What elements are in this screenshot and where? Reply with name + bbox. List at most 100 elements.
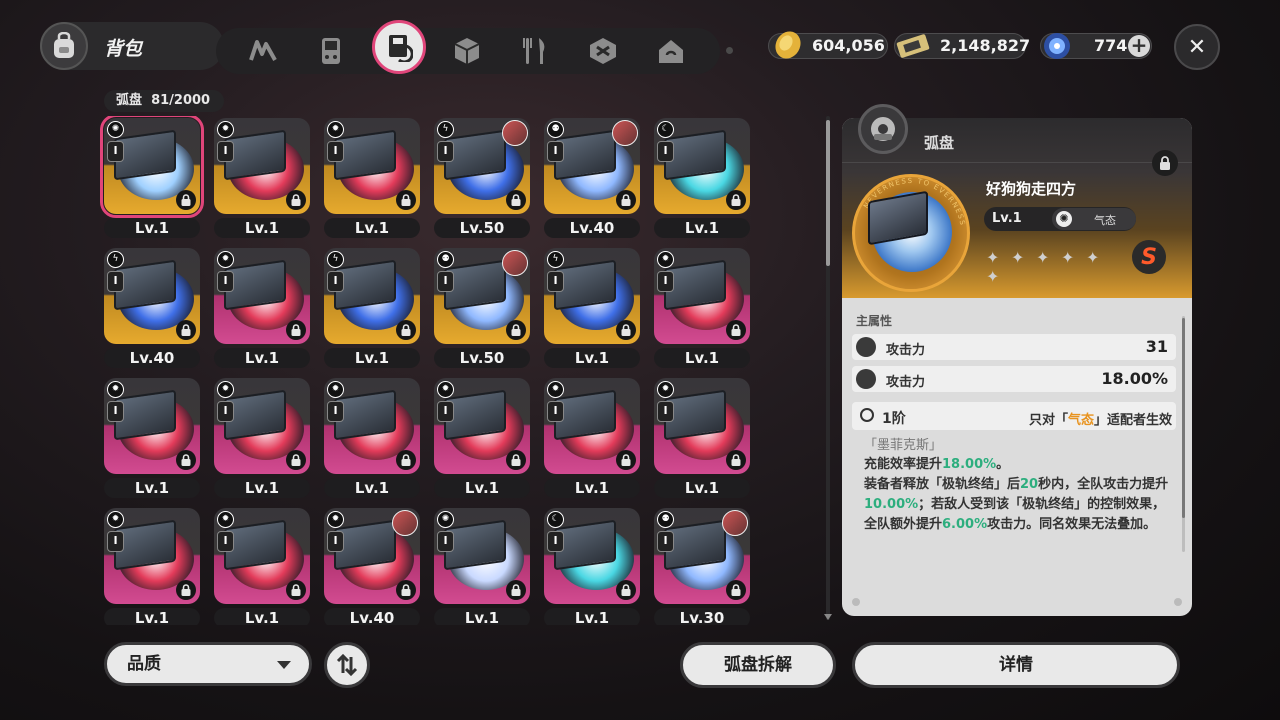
tier-badge: I — [657, 401, 674, 422]
add-energy-button[interactable]: + — [1128, 35, 1150, 57]
lock-icon[interactable] — [506, 580, 526, 600]
lock-icon[interactable] — [506, 320, 526, 340]
disk-category-icon — [858, 104, 908, 154]
lock-icon[interactable] — [176, 190, 196, 210]
disk-card[interactable]: ϟI — [324, 248, 420, 344]
energy-icon — [1040, 30, 1074, 62]
close-button[interactable]: ✕ — [1174, 24, 1220, 70]
disk-card[interactable]: ✺ I — [434, 508, 530, 604]
cube-tab-icon — [454, 38, 480, 64]
attribute-icon: ✹ — [547, 381, 564, 398]
lock-icon[interactable] — [396, 450, 416, 470]
tier-icon — [860, 408, 874, 422]
lock-icon[interactable] — [726, 580, 746, 600]
lock-icon[interactable] — [616, 580, 636, 600]
stat-label: 攻击力 — [886, 343, 926, 358]
star-icon: ✦ — [1011, 248, 1025, 267]
disk-card[interactable]: ✹ I — [104, 508, 200, 604]
attribute-icon: ✹ — [217, 511, 234, 528]
lock-icon[interactable] — [616, 450, 636, 470]
attribute-icon: ✺ — [437, 511, 454, 528]
disk-card[interactable]: ✹ I — [324, 508, 420, 604]
disk-card[interactable]: ✹ I — [214, 378, 310, 474]
disk-card[interactable]: ⚉ I — [434, 248, 530, 344]
lock-icon[interactable] — [286, 450, 306, 470]
tier-badge: I — [327, 141, 344, 162]
disk-card[interactable]: ✹ I — [104, 378, 200, 474]
lock-icon[interactable] — [506, 450, 526, 470]
detail-divider — [842, 162, 1192, 163]
tier-badge: I — [327, 271, 344, 292]
tier-badge: I — [437, 141, 454, 162]
tier-badge: I — [107, 271, 124, 292]
tab-drive[interactable] — [240, 28, 286, 74]
disk-card[interactable]: ✹ I — [654, 248, 750, 344]
disk-card[interactable]: ϟI — [434, 118, 530, 214]
dropdown-arrow-icon — [277, 661, 291, 669]
disk-card[interactable]: ✹ I — [214, 508, 310, 604]
details-button[interactable]: 详情 — [852, 642, 1180, 688]
detail-scroll-thumb[interactable] — [1182, 318, 1185, 518]
lock-icon[interactable] — [506, 190, 526, 210]
sort-button[interactable] — [324, 642, 370, 688]
disk-card[interactable]: ✹ I — [324, 378, 420, 474]
grade-badge: S — [1132, 240, 1166, 274]
disk-level-label: Lv.1 — [544, 348, 640, 368]
tab-disk[interactable] — [372, 20, 426, 74]
stat-row: 攻击力 18.00% — [852, 366, 1176, 392]
lock-icon[interactable] — [726, 320, 746, 340]
backpack-icon — [40, 22, 88, 70]
lock-icon[interactable] — [726, 190, 746, 210]
disk-card[interactable]: ✺ I — [100, 116, 204, 218]
disk-card[interactable]: ✹ I — [214, 248, 310, 344]
lock-icon[interactable] — [176, 580, 196, 600]
drive-tab-icon — [249, 40, 277, 61]
lock-icon — [1160, 156, 1170, 170]
equipped-avatar — [502, 250, 528, 276]
lock-icon[interactable] — [396, 580, 416, 600]
lock-icon[interactable] — [176, 320, 196, 340]
disk-card[interactable]: ✹ I — [544, 378, 640, 474]
lock-icon[interactable] — [616, 190, 636, 210]
tab-furniture[interactable] — [648, 28, 694, 74]
disk-card[interactable]: ϟI — [104, 248, 200, 344]
lock-icon[interactable] — [176, 450, 196, 470]
attribute-icon: ⚉ — [547, 121, 564, 138]
disk-level: Lv.1 — [992, 211, 1022, 226]
tab-material[interactable] — [444, 28, 490, 74]
lock-icon[interactable] — [286, 580, 306, 600]
quality-filter[interactable]: 品质 — [104, 642, 312, 686]
lock-icon[interactable] — [286, 190, 306, 210]
tabbar-dot — [726, 47, 733, 54]
detail-lock-button[interactable] — [1152, 150, 1178, 176]
disk-card[interactable]: ✹ I — [654, 378, 750, 474]
disk-tab-icon — [389, 35, 413, 62]
equipped-avatar — [722, 510, 748, 536]
lock-icon[interactable] — [396, 320, 416, 340]
disk-card[interactable]: ϟI — [544, 248, 640, 344]
lock-icon[interactable] — [396, 190, 416, 210]
disk-card[interactable]: ⚉ I — [544, 118, 640, 214]
grid-scroll-thumb[interactable] — [826, 120, 830, 266]
panel-corner-dot — [1174, 598, 1182, 606]
disk-level-label: Lv.40 — [324, 608, 420, 625]
tab-gift[interactable] — [580, 28, 626, 74]
disk-card[interactable]: ✹ I — [214, 118, 310, 214]
tier-badge: I — [107, 531, 124, 552]
lock-icon[interactable] — [726, 450, 746, 470]
coin-icon — [770, 28, 806, 62]
disk-card[interactable]: ⚉ I — [654, 508, 750, 604]
disk-level-label: Lv.1 — [104, 218, 200, 238]
disk-card[interactable]: ☾ I — [654, 118, 750, 214]
disk-card[interactable]: ☾ I — [544, 508, 640, 604]
tab-food[interactable] — [512, 28, 558, 74]
lock-icon[interactable] — [616, 320, 636, 340]
panel-corner-dot — [852, 598, 860, 606]
disk-card[interactable]: ✹ I — [324, 118, 420, 214]
tab-console[interactable] — [308, 28, 354, 74]
tier-badge: I — [547, 531, 564, 552]
lock-icon[interactable] — [286, 320, 306, 340]
dismantle-button[interactable]: 弧盘拆解 — [680, 642, 836, 688]
energy-value: 774 — [1094, 36, 1128, 55]
disk-card[interactable]: ✹ I — [434, 378, 530, 474]
